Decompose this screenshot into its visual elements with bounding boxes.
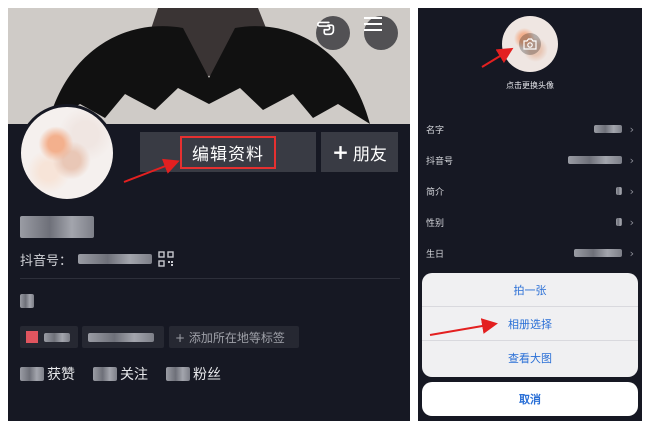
douyin-id-row: 抖音号：: [20, 250, 174, 269]
field-label: 抖音号: [426, 156, 454, 167]
field-value-blurred: [568, 156, 622, 164]
profile-tag[interactable]: [82, 326, 164, 348]
add-location-tag-button[interactable]: + 添加所在地等标签: [169, 326, 299, 348]
add-friend-label: 朋友: [352, 144, 387, 165]
field-label: 简介: [426, 187, 445, 198]
field-label: 生日: [426, 249, 445, 260]
view-large-image-option[interactable]: 查看大图: [422, 341, 638, 375]
field-douyin-id[interactable]: 抖音号 ›: [418, 148, 642, 172]
choose-from-album-option[interactable]: 相册选择: [422, 307, 638, 341]
field-label: 名字: [426, 125, 445, 136]
stat-likes[interactable]: 获赞: [20, 364, 75, 384]
edit-profile-screen: 点击更换头像 名字 › 抖音号 › 简介 › 性别 › 生日 › 拍一张 相册选…: [418, 8, 642, 421]
camera-icon: [519, 33, 541, 55]
stat-count-blurred: [166, 367, 190, 381]
hand-gesture-icon[interactable]: [316, 16, 350, 50]
tag-text-blurred: [44, 332, 70, 342]
stat-label: 关注: [120, 367, 148, 383]
edit-profile-label: 编辑资料: [180, 135, 276, 169]
edit-profile-button[interactable]: 编辑资料: [140, 132, 316, 172]
stat-label: 获赞: [47, 367, 75, 383]
take-photo-option[interactable]: 拍一张: [422, 273, 638, 307]
add-friend-button[interactable]: + 朋友: [321, 132, 398, 172]
stat-label: 粉丝: [193, 367, 221, 383]
field-value-blurred: [616, 187, 622, 195]
field-value-blurred: [594, 125, 622, 133]
profile-screen: 编辑资料 + 朋友 抖音号： + 添加所在地等标签 获赞 关注 粉丝: [8, 8, 410, 421]
menu-icon[interactable]: [364, 16, 398, 50]
stat-count-blurred: [20, 367, 44, 381]
chevron-right-icon: ›: [629, 184, 634, 198]
field-gender[interactable]: 性别 ›: [418, 210, 642, 234]
profile-tag[interactable]: [20, 326, 78, 348]
bio-blurred: [20, 294, 34, 308]
field-value-blurred: [574, 249, 622, 257]
douyin-id-value-blurred: [78, 254, 153, 264]
divider: [20, 278, 400, 279]
douyin-id-label: 抖音号：: [20, 253, 73, 269]
username-blurred: [20, 216, 94, 238]
qr-code-icon[interactable]: [158, 251, 174, 267]
stat-count-blurred: [93, 367, 117, 381]
field-name[interactable]: 名字 ›: [418, 117, 642, 141]
action-sheet: 拍一张 相册选择 查看大图: [422, 273, 638, 377]
edit-avatar[interactable]: [502, 16, 558, 72]
field-birthday[interactable]: 生日 ›: [418, 241, 642, 265]
chevron-right-icon: ›: [629, 122, 634, 136]
plus-icon: +: [332, 140, 349, 164]
chevron-right-icon: ›: [629, 153, 634, 167]
profile-avatar[interactable]: [18, 104, 116, 202]
field-bio[interactable]: 简介 ›: [418, 179, 642, 203]
chevron-right-icon: ›: [629, 246, 634, 260]
chevron-right-icon: ›: [629, 215, 634, 229]
stat-following[interactable]: 关注: [93, 364, 148, 384]
field-label: 性别: [426, 218, 445, 229]
field-value-blurred: [616, 218, 622, 226]
profile-stats: 获赞 关注 粉丝: [20, 364, 239, 384]
cancel-button[interactable]: 取消: [422, 382, 638, 416]
stat-followers[interactable]: 粉丝: [166, 364, 221, 384]
change-avatar-label: 点击更换头像: [506, 81, 554, 90]
tag-text-blurred: [88, 332, 154, 342]
tag-color-block: [26, 331, 38, 343]
add-tag-label: + 添加所在地等标签: [175, 330, 285, 345]
